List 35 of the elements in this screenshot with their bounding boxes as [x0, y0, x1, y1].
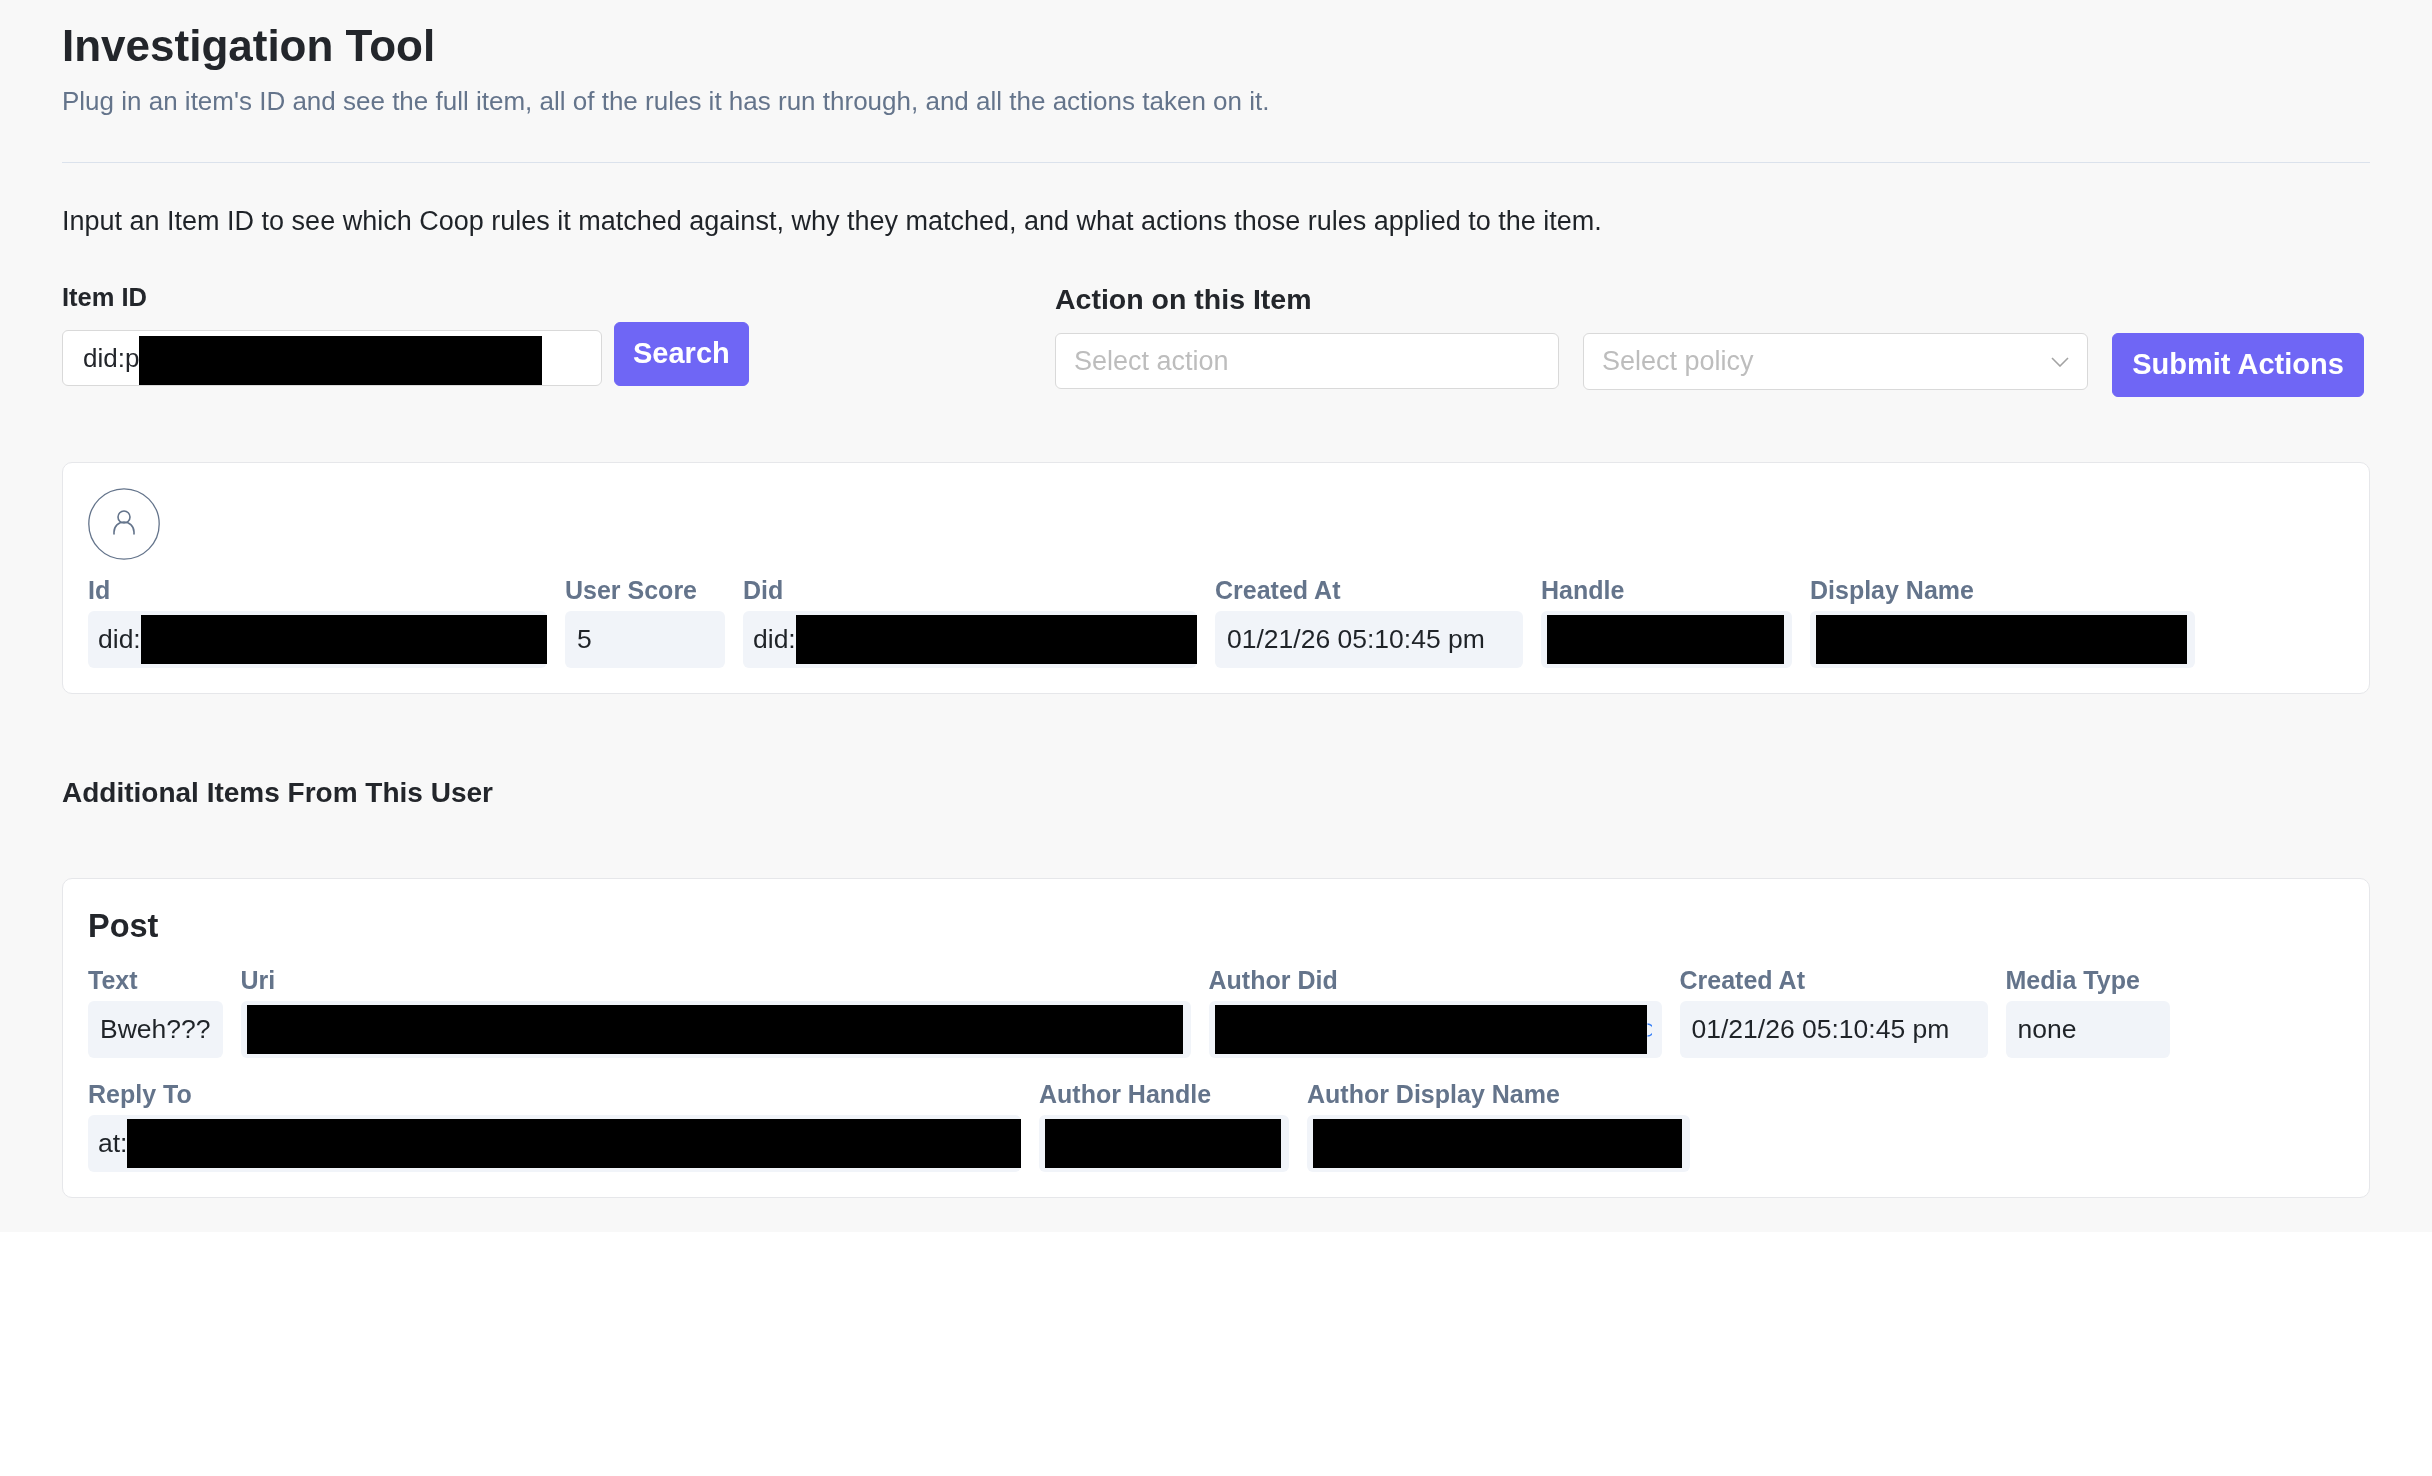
field-label: Uri — [240, 966, 277, 994]
field-label: Author Display Name — [1307, 1080, 1561, 1108]
field-label: Reply To — [88, 1080, 193, 1108]
page-subtitle: Plug in an item's ID and see the full item, all of the rules it has run through, and all the actions taken on it. — [62, 86, 1271, 116]
person-icon — [88, 488, 160, 560]
instructions-text: Input an Item ID to see which Coop rules it matched against, why they matched, and what actions those rules applied to the item. — [62, 206, 1603, 236]
field-label: Text — [88, 966, 139, 994]
value-text: none — [2017, 1012, 2077, 1046]
action-field[interactable]: Select action — [1055, 333, 1559, 389]
field-label: Handle — [1541, 576, 1626, 604]
field-label: Author Did — [1208, 966, 1339, 994]
field-label: Item ID — [62, 282, 149, 312]
card-title: Post — [88, 907, 160, 945]
field-label: Id — [88, 576, 112, 604]
value-text: did: — [98, 622, 141, 656]
field-label: Created At — [1215, 576, 1342, 604]
value-text: at: — [98, 1126, 128, 1160]
submit-actions-button[interactable]: Submit Actions — [2112, 333, 2364, 397]
field-label: Did — [743, 576, 785, 604]
field-label: Media Type — [2005, 966, 2141, 994]
item-id-field[interactable]: did:p — [62, 330, 602, 386]
field-label: Author Handle — [1039, 1080, 1213, 1108]
section-title: Action on this Item — [1055, 282, 1313, 316]
chevron-down-icon — [2051, 356, 2069, 367]
field-label: Created At — [1679, 966, 1806, 994]
value-text: did: — [753, 622, 796, 656]
field-label: User Score — [565, 576, 699, 604]
value-text: 5 — [577, 622, 592, 656]
value-text: 01/21/26 05:10:45 pm — [1227, 622, 1485, 656]
value-text: Bweh??? — [100, 1012, 211, 1046]
value-text: 01/21/26 05:10:45 pm — [1691, 1012, 1950, 1046]
page-title: Investigation Tool — [62, 20, 437, 72]
search-button[interactable]: Search — [614, 322, 749, 386]
field-label: Display Name — [1810, 576, 1975, 604]
section-title: Additional Items From This User — [62, 776, 494, 810]
